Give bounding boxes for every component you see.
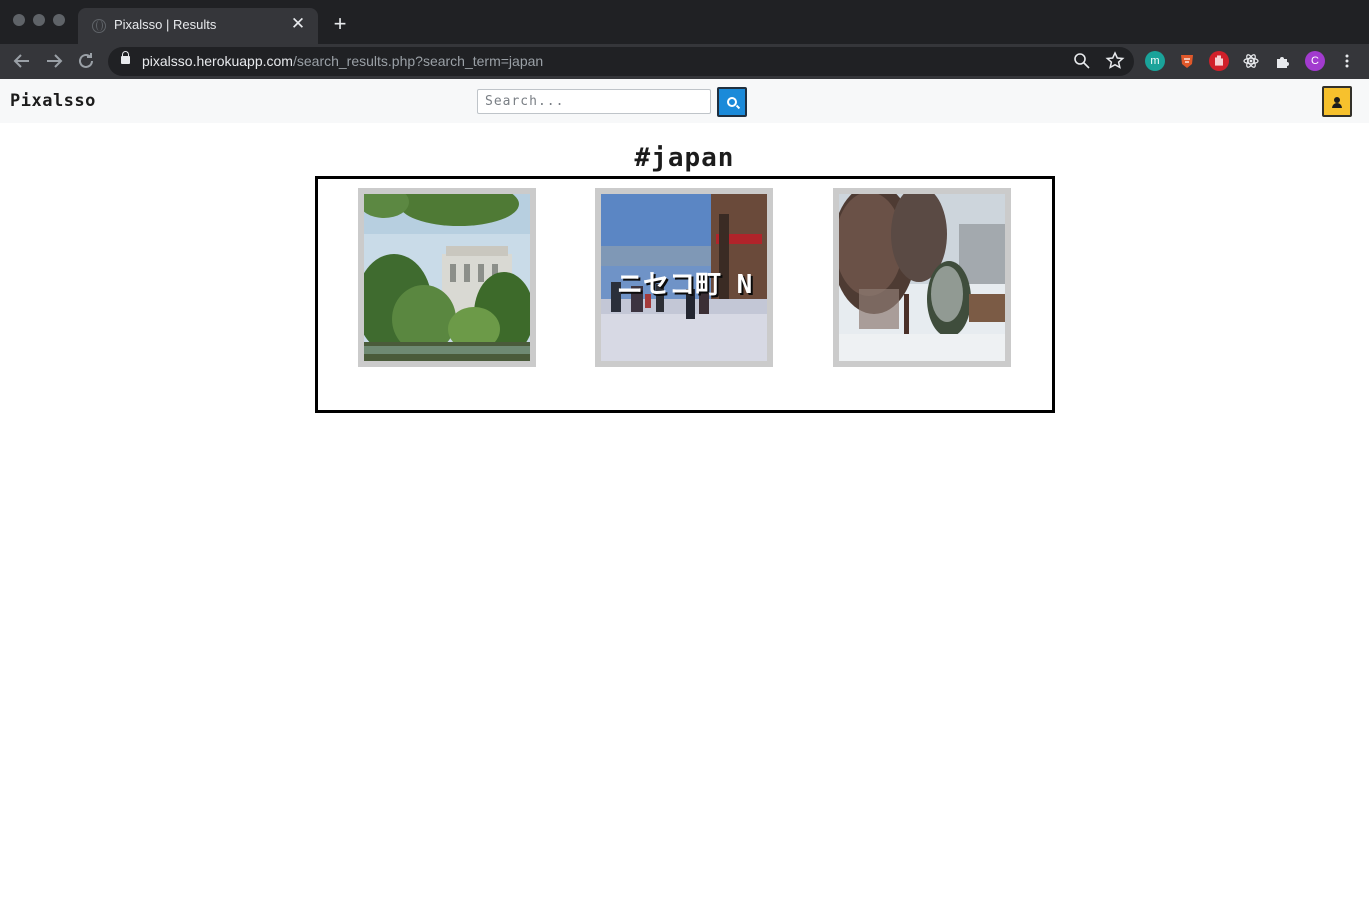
url-path: /search_results.php?search_term=japan <box>292 53 544 69</box>
result-image-snow-forest[interactable] <box>839 194 1005 361</box>
extension-react-icon[interactable] <box>1241 51 1261 71</box>
profile-avatar[interactable]: C <box>1305 51 1325 71</box>
search-button[interactable] <box>717 87 747 117</box>
window-minimize-control[interactable] <box>33 14 45 26</box>
extensions-puzzle-icon[interactable] <box>1273 51 1293 71</box>
zoom-magnifier-icon[interactable] <box>1071 50 1093 72</box>
reload-icon[interactable] <box>74 49 98 73</box>
back-arrow-icon[interactable] <box>10 49 34 73</box>
globe-icon <box>92 19 106 33</box>
extension-lion-icon[interactable] <box>1177 51 1197 71</box>
thumbnail-caption: ニセコ町 N <box>617 270 753 300</box>
result-thumbnail[interactable] <box>358 188 536 367</box>
bookmark-star-icon[interactable] <box>1104 50 1126 72</box>
url-text[interactable]: pixalsso.herokuapp.com/search_results.ph… <box>142 53 543 69</box>
extension-hand-icon[interactable] <box>1209 51 1229 71</box>
lock-icon <box>121 51 130 64</box>
result-image-garden[interactable] <box>364 194 530 361</box>
site-navbar: Pixalsso <box>0 79 1369 123</box>
user-profile-button[interactable] <box>1322 86 1352 117</box>
kebab-menu-icon[interactable] <box>1337 51 1357 71</box>
window-zoom-control[interactable] <box>53 14 65 26</box>
search-input[interactable] <box>477 89 711 114</box>
browser-tab-active[interactable]: Pixalsso | Results ✕ <box>78 8 318 44</box>
address-bar[interactable]: pixalsso.herokuapp.com/search_results.ph… <box>108 47 1134 76</box>
browser-tab-strip: Pixalsso | Results ✕ + <box>0 0 1369 44</box>
site-logo[interactable]: Pixalsso <box>10 91 96 111</box>
results-heading: #japan <box>634 143 735 173</box>
result-thumbnail[interactable] <box>833 188 1011 367</box>
tab-title: Pixalsso | Results <box>114 17 217 32</box>
result-thumbnail[interactable]: ニセコ町 N <box>595 188 773 367</box>
extension-m-icon[interactable]: m <box>1145 51 1165 71</box>
results-grid: ニセコ町 N <box>315 176 1055 413</box>
forward-arrow-icon[interactable] <box>42 49 66 73</box>
window-close-control[interactable] <box>13 14 25 26</box>
result-image-niseko[interactable]: ニセコ町 N <box>601 194 767 361</box>
url-host: pixalsso.herokuapp.com <box>142 53 293 69</box>
tab-close-icon[interactable]: ✕ <box>288 14 308 34</box>
new-tab-button[interactable]: + <box>330 12 350 36</box>
browser-toolbar: pixalsso.herokuapp.com/search_results.ph… <box>0 44 1369 79</box>
